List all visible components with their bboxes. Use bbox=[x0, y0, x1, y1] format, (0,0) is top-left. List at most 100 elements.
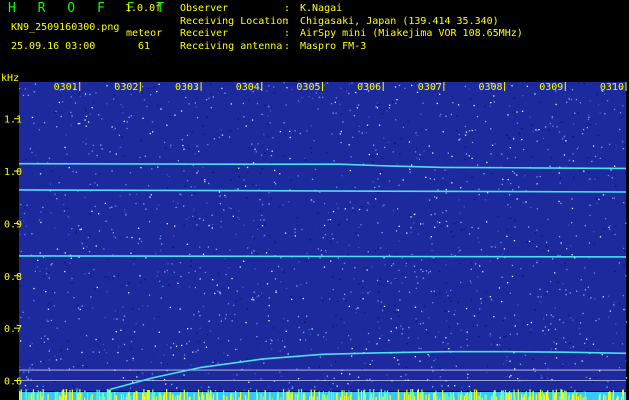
noise-speckle bbox=[111, 206, 113, 208]
noise-speckle bbox=[379, 173, 381, 175]
noise-speckle bbox=[53, 111, 56, 114]
noise-speckle bbox=[273, 181, 276, 184]
noise-speckle bbox=[360, 224, 362, 226]
noise-speckle bbox=[394, 244, 396, 246]
noise-speckle bbox=[287, 320, 289, 322]
noise-speckle bbox=[139, 275, 141, 277]
noise-speckle bbox=[306, 315, 308, 317]
noise-speckle bbox=[166, 223, 168, 225]
noise-speckle bbox=[84, 119, 86, 121]
noise-speckle bbox=[395, 230, 398, 232]
noise-speckle bbox=[423, 218, 425, 221]
noise-speckle bbox=[42, 256, 45, 258]
noise-speckle bbox=[373, 206, 375, 208]
noise-speckle bbox=[497, 230, 499, 232]
noise-speckle bbox=[450, 289, 452, 292]
noise-speckle bbox=[562, 326, 564, 328]
noise-speckle bbox=[568, 314, 570, 316]
noise-speckle bbox=[194, 192, 196, 195]
noise-speckle bbox=[268, 320, 270, 322]
noise-speckle bbox=[227, 287, 230, 289]
noise-speckle bbox=[464, 85, 467, 88]
noise-speckle bbox=[70, 111, 72, 114]
noise-speckle bbox=[50, 319, 53, 322]
noise-speckle bbox=[142, 85, 144, 88]
noise-speckle bbox=[278, 141, 280, 143]
noise-speckle bbox=[366, 124, 369, 126]
noise-speckle bbox=[575, 99, 578, 101]
noise-speckle bbox=[493, 225, 495, 228]
noise-speckle bbox=[130, 195, 132, 197]
noise-speckle bbox=[593, 272, 596, 274]
noise-speckle bbox=[148, 221, 151, 223]
noise-speckle bbox=[457, 301, 459, 304]
baseline-noise-bar bbox=[485, 394, 487, 400]
noise-speckle bbox=[265, 326, 268, 328]
noise-speckle bbox=[532, 218, 534, 221]
noise-speckle bbox=[538, 101, 541, 103]
noise-speckle bbox=[196, 117, 199, 119]
noise-speckle bbox=[442, 212, 444, 214]
noise-speckle bbox=[512, 189, 514, 191]
noise-speckle bbox=[368, 153, 370, 156]
noise-speckle bbox=[388, 141, 390, 143]
noise-speckle bbox=[290, 179, 292, 181]
baseline-noise-bar bbox=[540, 389, 542, 400]
noise-speckle bbox=[72, 141, 74, 143]
noise-speckle bbox=[208, 182, 210, 185]
noise-speckle bbox=[199, 315, 201, 317]
noise-speckle bbox=[308, 328, 310, 331]
noise-speckle bbox=[430, 214, 432, 216]
noise-speckle bbox=[464, 125, 467, 128]
noise-speckle bbox=[516, 333, 518, 335]
noise-speckle bbox=[284, 187, 286, 189]
noise-speckle bbox=[258, 188, 260, 190]
noise-speckle bbox=[263, 362, 265, 364]
noise-speckle bbox=[487, 240, 490, 242]
noise-speckle bbox=[64, 261, 66, 263]
noise-speckle bbox=[239, 298, 241, 300]
noise-speckle bbox=[252, 354, 254, 357]
noise-speckle bbox=[285, 287, 288, 290]
noise-speckle bbox=[434, 196, 436, 198]
noise-speckle bbox=[441, 385, 443, 387]
noise-speckle bbox=[390, 330, 392, 333]
noise-speckle bbox=[141, 92, 143, 94]
noise-speckle bbox=[400, 137, 403, 140]
noise-speckle bbox=[573, 176, 575, 179]
noise-speckle bbox=[398, 363, 400, 365]
noise-speckle bbox=[329, 298, 331, 300]
datetime-label: 25.09.16 03:00 bbox=[11, 41, 96, 52]
noise-speckle bbox=[327, 212, 330, 214]
noise-speckle bbox=[425, 176, 427, 178]
noise-speckle bbox=[471, 174, 473, 176]
noise-speckle bbox=[231, 327, 234, 329]
noise-speckle bbox=[412, 207, 414, 209]
noise-speckle bbox=[353, 278, 355, 280]
noise-speckle bbox=[466, 331, 468, 333]
noise-speckle bbox=[149, 388, 151, 391]
noise-speckle bbox=[425, 270, 428, 272]
noise-speckle bbox=[238, 218, 240, 220]
baseline-noise-bar bbox=[369, 389, 371, 400]
noise-speckle bbox=[484, 105, 486, 107]
noise-speckle bbox=[565, 140, 567, 142]
noise-speckle bbox=[310, 147, 312, 149]
noise-speckle bbox=[181, 139, 183, 141]
noise-speckle bbox=[460, 187, 462, 189]
noise-speckle bbox=[582, 312, 584, 315]
noise-speckle bbox=[458, 250, 460, 253]
noise-speckle bbox=[114, 237, 117, 239]
noise-speckle bbox=[431, 366, 433, 368]
noise-speckle bbox=[309, 238, 311, 241]
noise-speckle bbox=[247, 116, 249, 118]
noise-speckle bbox=[432, 302, 434, 304]
noise-speckle bbox=[309, 333, 311, 336]
baseline-noise-bar bbox=[176, 394, 178, 400]
noise-speckle bbox=[239, 335, 241, 337]
noise-speckle bbox=[379, 136, 381, 138]
noise-speckle bbox=[103, 349, 105, 351]
noise-speckle bbox=[76, 161, 78, 163]
noise-speckle bbox=[115, 153, 117, 155]
noise-speckle bbox=[224, 317, 227, 320]
